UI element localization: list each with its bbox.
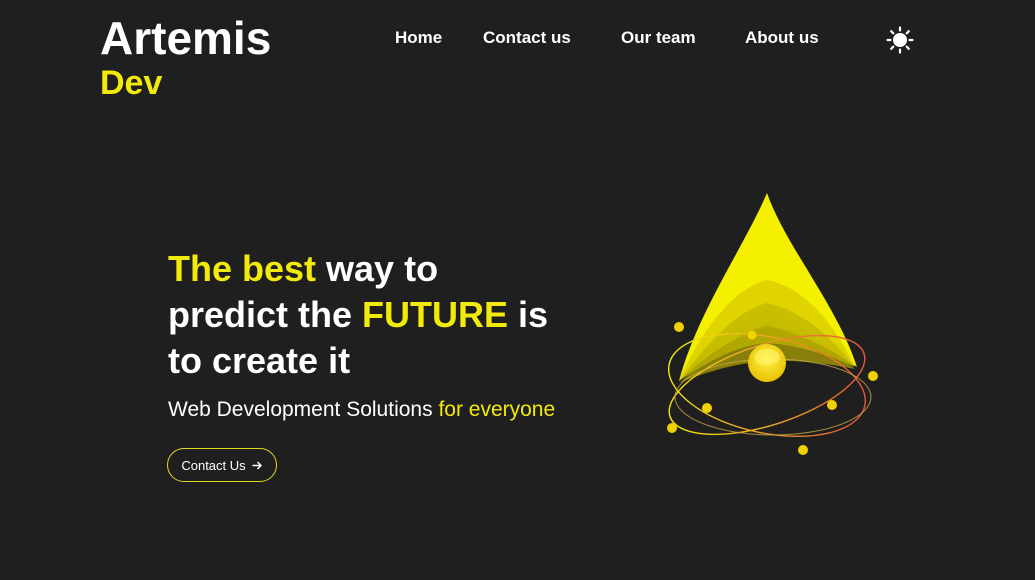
- subtitle-accent: for everyone: [438, 398, 556, 421]
- headline-accent-2: FUTURE: [362, 294, 509, 335]
- headline-text-4: to create it: [168, 340, 351, 381]
- sun-icon: [886, 26, 914, 54]
- headline-text-1: way to: [316, 248, 439, 289]
- hero-subtitle: Web Development Solutions for everyone: [168, 396, 648, 424]
- theme-toggle-button[interactable]: [886, 26, 914, 54]
- nav-about-link[interactable]: About us: [745, 28, 819, 48]
- hero-headline: The best way to predict the FUTURE is to…: [168, 246, 648, 384]
- subtitle-main: Web Development Solutions: [168, 398, 439, 421]
- nav-contact-link[interactable]: Contact us: [483, 28, 571, 48]
- logo-suffix: Dev: [100, 64, 163, 102]
- headline-text-3: is: [508, 294, 549, 335]
- rocket-atom-icon: [667, 193, 878, 455]
- main-nav: Home Contact us Our team About us: [0, 28, 1035, 52]
- nav-home-link[interactable]: Home: [395, 28, 442, 48]
- contact-us-button[interactable]: Contact Us: [167, 448, 277, 482]
- headline-accent-1: The best: [168, 248, 317, 289]
- headline-text-2: predict the: [168, 294, 363, 335]
- hero-illustration: [655, 185, 895, 465]
- logo[interactable]: Artemis Dev: [100, 12, 271, 102]
- arrow-right-icon: [251, 461, 262, 469]
- contact-us-label: Contact Us: [181, 457, 246, 473]
- hero: The best way to predict the FUTURE is to…: [168, 246, 648, 424]
- nav-team-link[interactable]: Our team: [621, 28, 696, 48]
